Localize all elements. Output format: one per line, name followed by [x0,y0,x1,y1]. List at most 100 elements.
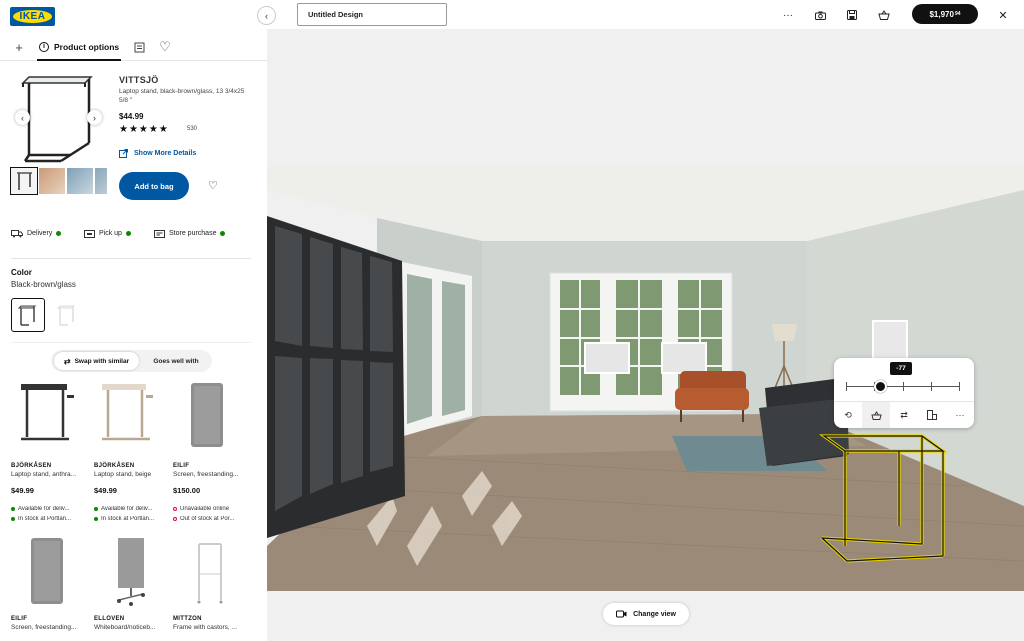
color-swatch-black-brown[interactable] [11,298,45,332]
rotate-icon[interactable]: ⟲ [834,402,862,428]
thumbnail-4[interactable] [95,168,107,194]
rating-stars: ★★★★★ [119,124,169,135]
card-price: $49.99 [94,486,117,495]
product-card[interactable]: BJÖRKÅSEN Laptop stand, anthra... $49.99… [11,381,88,522]
card-image [94,534,171,608]
card-stock: Out of stock at Por... [173,516,250,522]
product-card[interactable]: BJÖRKÅSEN Laptop stand, beige $49.99 Ava… [94,381,171,522]
card-description: Frame with castors, ... [173,624,237,631]
card-description: Whiteboard/noticeb... [94,624,156,631]
card-description: Laptop stand, beige [94,471,152,478]
product-card[interactable]: EILIF Screen, freestanding... $150.00 Un… [173,381,250,522]
fulfillment-options: Delivery Pick up Store purchase [11,229,251,241]
stock-dot [11,517,15,521]
out-of-stock-dot [173,517,177,521]
store-purchase-label: Store purchase [169,230,217,237]
video-camera-icon [616,610,627,618]
card-price: $150.00 [173,486,201,495]
pickup-status-dot [125,231,131,236]
color-swatch-white[interactable] [50,298,84,332]
card-description: Screen, freestanding... [173,471,239,478]
card-image [173,381,250,455]
pickup-label: Pick up [99,230,122,237]
show-more-details-link[interactable]: Show More Details [119,149,196,158]
availability-dot [11,507,15,511]
color-label: Color [11,268,32,277]
product-name: VITTSJÖ [119,75,159,85]
favorite-heart-icon[interactable]: ♡ [208,179,218,192]
card-availability-text: Available for deliv... [101,506,153,512]
slider-tick [903,382,904,391]
object-controls-panel: -77 ⟲ ⇄ ··· [834,358,974,428]
change-view-label: Change view [633,610,676,618]
room-viewport[interactable]: -77 ⟲ ⇄ ··· Change view [267,29,1024,641]
slider-tick [931,382,932,391]
cart-total-cents: 94 [954,11,961,17]
previous-image-button[interactable]: ‹ [15,110,30,125]
card-name: BJÖRKÅSEN [11,463,52,469]
list-icon[interactable] [131,39,147,55]
truck-icon [11,230,23,238]
price-icon[interactable] [862,402,890,428]
divider [11,342,251,343]
swap-with-similar-tab[interactable]: ⇄ Swap with similar [54,352,139,370]
store-purchase-option: Store purchase [154,229,226,238]
store-icon [84,230,95,238]
top-bar: ‹ Untitled Design ··· $1,970 94 ✕ [257,0,1024,29]
card-name: ELLOVEN [94,616,125,622]
more-icon[interactable]: ··· [946,402,974,428]
measure-icon[interactable] [918,402,946,428]
delivery-option: Delivery [11,229,62,238]
thumbnail-1[interactable] [10,167,38,195]
slider-tick [846,382,847,391]
more-icon[interactable]: ··· [780,7,796,23]
external-link-icon [119,149,128,158]
thumbnail-2[interactable] [39,168,65,194]
card-description: Screen, freestanding... [11,624,77,631]
thumbnail-3[interactable] [67,168,93,194]
card-availability: Available for deliv... [94,506,171,512]
product-card[interactable]: MITTZON Frame with castors, ... [173,534,250,631]
tab-product-options[interactable]: i Product options [37,35,122,61]
store-purchase-status-dot [220,231,226,236]
card-name: EILIF [173,463,190,469]
panel-tabs: + i Product options ♡ [0,35,267,61]
rotation-value: -77 [890,362,912,375]
product-card[interactable]: EILIF Screen, freestanding... [11,534,88,631]
object-toolbar: ⟲ ⇄ ··· [834,401,974,428]
plus-icon[interactable]: + [11,39,27,55]
next-image-button[interactable]: › [87,110,102,125]
rotation-slider[interactable] [846,380,960,393]
card-image [11,534,88,608]
swap-icon[interactable]: ⇄ [890,402,918,428]
logo-text: IKEA [19,11,46,22]
image-thumbnails [10,167,107,195]
add-to-bag-button[interactable]: Add to bag [119,172,189,200]
close-icon[interactable]: ✕ [995,7,1011,23]
save-icon[interactable] [844,7,860,23]
cart-total: $1,970 [929,9,954,19]
cart-total-button[interactable]: $1,970 94 [912,4,978,24]
bag-icon[interactable] [876,7,892,23]
goes-well-with-tab[interactable]: Goes well with [141,352,211,370]
ikea-logo[interactable]: IKEA [10,7,55,26]
card-availability-text: Available for deliv... [18,506,70,512]
camera-icon[interactable] [812,7,828,23]
collapse-panel-button[interactable]: ‹ [257,6,276,25]
change-view-button[interactable]: Change view [603,603,689,625]
product-panel: IKEA + i Product options ♡ ‹ › VITTSJÖ L… [0,0,267,641]
card-stock-text: In stock at Portlan... [18,516,72,522]
receipt-icon [154,230,165,238]
card-image [11,381,88,455]
product-card[interactable]: ELLOVEN Whiteboard/noticeb... [94,534,171,631]
divider [11,258,251,259]
card-availability-text: Unavailable online [180,506,230,512]
availability-dot [94,507,98,511]
rotation-slider-handle[interactable] [874,380,888,393]
card-name: EILIF [11,616,28,622]
slider-tick [959,382,960,391]
card-availability: Unavailable online [173,506,250,512]
card-stock-text: Out of stock at Por... [180,516,235,522]
design-name-field[interactable]: Untitled Design [297,3,447,26]
heart-icon[interactable]: ♡ [157,39,173,55]
